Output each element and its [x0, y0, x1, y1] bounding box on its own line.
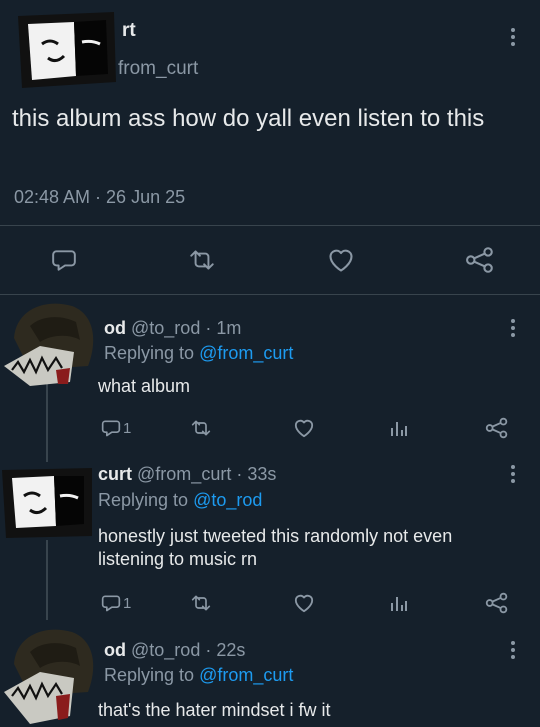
analytics-icon[interactable]	[390, 593, 408, 613]
like-icon[interactable]	[293, 593, 315, 613]
retweet-icon[interactable]	[189, 593, 213, 613]
avatar[interactable]	[0, 466, 94, 538]
handle[interactable]: from_curt	[118, 58, 198, 80]
retweet-icon[interactable]	[189, 418, 213, 438]
divider	[0, 294, 540, 295]
avatar[interactable]	[14, 10, 118, 90]
reply-count: 1	[123, 595, 132, 612]
reply-text: honestly just tweeted this randomly not …	[98, 526, 453, 569]
display-name[interactable]: rt	[122, 20, 136, 42]
thread-line	[46, 384, 48, 462]
reply-time: · 33s	[236, 464, 277, 484]
divider	[0, 225, 540, 226]
share-icon[interactable]	[485, 417, 509, 439]
reply-name[interactable]: od	[104, 640, 126, 660]
reply-text: that's the hater mindset i fw it	[98, 700, 331, 720]
reply-icon[interactable]	[51, 247, 77, 273]
reply-handle[interactable]: @from_curt	[137, 464, 231, 484]
like-icon[interactable]	[327, 247, 355, 273]
reply-header: od @to_rod · 22s	[104, 640, 245, 661]
reply-text: what album	[98, 376, 191, 396]
replying-to: Replying to @to_rod	[98, 490, 263, 510]
analytics-icon[interactable]	[390, 418, 408, 438]
share-icon[interactable]	[465, 246, 495, 274]
reply-name[interactable]: curt	[98, 464, 132, 484]
replying-to-link[interactable]: @to_rod	[193, 490, 262, 510]
reply-handle[interactable]: @to_rod	[131, 318, 200, 338]
reply-time: · 22s	[205, 640, 246, 660]
more-icon[interactable]	[510, 465, 516, 487]
reply-icon[interactable]	[101, 593, 121, 613]
timestamp: 02:48 AM · 26 Jun 25	[14, 187, 186, 207]
reply-count: 1	[123, 420, 132, 437]
reply-handle[interactable]: @to_rod	[131, 640, 200, 660]
tweet-text: this album ass how do yall even listen t…	[12, 105, 485, 132]
share-icon[interactable]	[485, 592, 509, 614]
replying-to-link[interactable]: @from_curt	[199, 343, 293, 363]
avatar[interactable]	[0, 296, 100, 388]
reply-header: od @to_rod · 1m	[104, 318, 241, 339]
reply-time: · 1m	[205, 318, 242, 338]
reply-header: curt @from_curt · 33s	[98, 464, 276, 485]
avatar[interactable]	[0, 620, 100, 727]
more-icon[interactable]	[510, 319, 516, 341]
retweet-icon[interactable]	[187, 247, 217, 273]
more-icon[interactable]	[510, 641, 516, 663]
like-icon[interactable]	[293, 418, 315, 438]
reply-name[interactable]: od	[104, 318, 126, 338]
replying-to: Replying to @from_curt	[104, 343, 294, 363]
more-icon[interactable]	[510, 28, 516, 50]
replying-to-link[interactable]: @from_curt	[199, 665, 293, 685]
thread-line	[46, 540, 48, 620]
reply-icon[interactable]	[101, 418, 121, 438]
replying-to: Replying to @from_curt	[104, 665, 294, 685]
